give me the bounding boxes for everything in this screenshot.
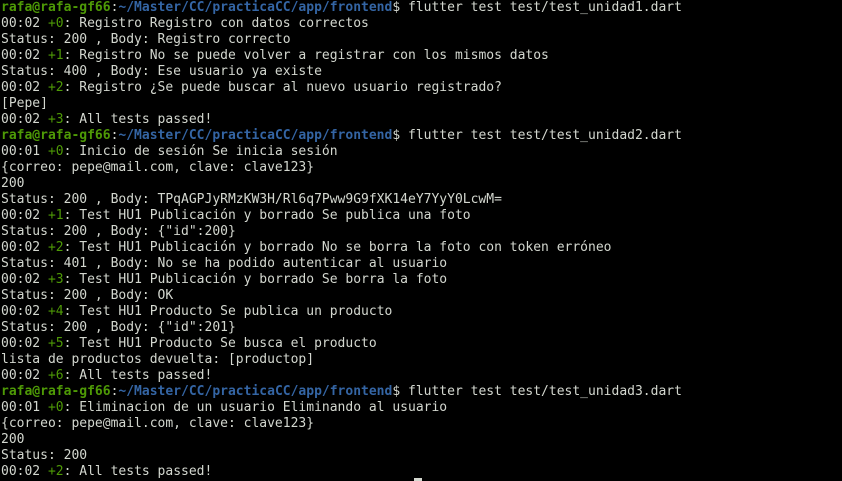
test-result-line: 00:02 +3: Test HU1 Publicación y borrado… (1, 272, 842, 288)
output-line: Status: 200 (1, 448, 842, 464)
test-result-line: 00:02 +6: All tests passed! (1, 368, 842, 384)
test-result-line: 00:02 +1: Test HU1 Publicación y borrado… (1, 208, 842, 224)
test-elapsed-time: 00:02 (1, 272, 41, 287)
output-line: {correo: pepe@mail.com, clave: clave123} (1, 416, 842, 432)
test-elapsed-time: 00:01 (1, 144, 41, 159)
test-description: : Registro ¿Se puede buscar al nuevo usu… (63, 80, 502, 95)
output-line: Status: 400 , Body: Ese usuario ya exist… (1, 64, 842, 80)
terminal-window[interactable]: rafa@rafa-gf66:~/Master/CC/practicaCC/ap… (0, 0, 842, 481)
output-text: Status: 400 , Body: Ese usuario ya exist… (1, 64, 322, 79)
shell-command: flutter test test/test_unidad1.dart (408, 0, 682, 15)
output-text: Status: 200 (1, 448, 88, 463)
output-text: Status: 401 , Body: No se ha podido aute… (1, 256, 448, 271)
output-text: Status: 200 , Body: OK (1, 288, 174, 303)
output-line: {correo: pepe@mail.com, clave: clave123} (1, 160, 842, 176)
test-elapsed-time: 00:02 (1, 112, 41, 127)
output-line: lista de productos devuelta: [productop] (1, 352, 842, 368)
test-result-line: 00:02 +3: All tests passed! (1, 112, 842, 128)
test-pass-counter: +6 (47, 368, 64, 383)
output-line: Status: 200 , Body: TPqAGPJyRMzKW3H/Rl6q… (1, 192, 842, 208)
test-description: : Registro No se puede volver a registra… (63, 48, 549, 63)
output-line: 200 (1, 432, 842, 448)
test-result-line: 00:02 +0: Registro Registro con datos co… (1, 16, 842, 32)
output-text: lista de productos devuelta: [productop] (1, 352, 315, 367)
test-pass-counter: +1 (47, 48, 64, 63)
output-line: Status: 401 , Body: No se ha podido aute… (1, 256, 842, 272)
output-line: Status: 200 , Body: OK (1, 288, 842, 304)
test-elapsed-time: 00:02 (1, 336, 41, 351)
test-pass-counter: +2 (47, 464, 64, 479)
test-elapsed-time: 00:01 (1, 400, 41, 415)
test-description: : Test HU1 Publicación y borrado Se publ… (63, 208, 471, 223)
test-result-line: 00:02 +5: Test HU1 Producto Se busca el … (1, 336, 842, 352)
test-result-line: 00:02 +1: Registro No se puede volver a … (1, 48, 842, 64)
output-text: Status: 200 , Body: {"id":201} (1, 320, 236, 335)
test-result-line: 00:02 +4: Test HU1 Producto Se publica u… (1, 304, 842, 320)
test-description: : Registro Registro con datos correctos (63, 16, 369, 31)
test-description: : Test HU1 Publicación y borrado No se b… (63, 240, 612, 255)
output-text: Status: 200 , Body: TPqAGPJyRMzKW3H/Rl6q… (1, 192, 502, 207)
prompt-user-host: rafa@rafa-gf66 (1, 0, 111, 15)
shell-prompt-line: rafa@rafa-gf66:~/Master/CC/practicaCC/ap… (1, 128, 842, 144)
output-line: Status: 200 , Body: {"id":201} (1, 320, 842, 336)
output-line: [Pepe] (1, 96, 842, 112)
test-elapsed-time: 00:02 (1, 368, 41, 383)
output-text: 200 (1, 176, 25, 191)
test-description: : All tests passed! (63, 464, 213, 479)
prompt-symbol: $ (392, 128, 408, 143)
test-description: : Inicio de sesión Se inicia sesión (63, 144, 338, 159)
shell-command: flutter test test/test_unidad3.dart (408, 384, 682, 399)
test-elapsed-time: 00:02 (1, 240, 41, 255)
shell-prompt-line: rafa@rafa-gf66:~/Master/CC/practicaCC/ap… (1, 0, 842, 16)
output-text: {correo: pepe@mail.com, clave: clave123} (1, 160, 315, 175)
output-line: Status: 200 , Body: {"id":200} (1, 224, 842, 240)
output-text: {correo: pepe@mail.com, clave: clave123} (1, 416, 315, 431)
test-description: : Eliminacion de un usuario Eliminando a… (63, 400, 448, 415)
test-result-line: 00:01 +0: Eliminacion de un usuario Elim… (1, 400, 842, 416)
test-result-line: 00:02 +2: Test HU1 Publicación y borrado… (1, 240, 842, 256)
test-pass-counter: +2 (47, 240, 64, 255)
test-description: : Test HU1 Producto Se publica un produc… (63, 304, 393, 319)
output-text: Status: 200 , Body: {"id":200} (1, 224, 236, 239)
prompt-path: ~/Master/CC/practicaCC/app/frontend (118, 384, 393, 399)
test-pass-counter: +0 (47, 144, 64, 159)
test-elapsed-time: 00:02 (1, 16, 41, 31)
output-line: 200 (1, 176, 842, 192)
test-result-line: 00:01 +0: Inicio de sesión Se inicia ses… (1, 144, 842, 160)
test-elapsed-time: 00:02 (1, 80, 41, 95)
test-pass-counter: +2 (47, 80, 64, 95)
prompt-symbol: $ (392, 0, 408, 15)
test-pass-counter: +3 (47, 112, 64, 127)
test-pass-counter: +5 (47, 336, 64, 351)
shell-command: flutter test test/test_unidad2.dart (408, 128, 682, 143)
prompt-path: ~/Master/CC/practicaCC/app/frontend (118, 0, 393, 15)
test-pass-counter: +3 (47, 272, 64, 287)
test-elapsed-time: 00:02 (1, 208, 41, 223)
test-elapsed-time: 00:02 (1, 304, 41, 319)
test-description: : All tests passed! (63, 368, 213, 383)
test-pass-counter: +0 (47, 400, 64, 415)
test-elapsed-time: 00:02 (1, 48, 41, 63)
prompt-symbol: $ (392, 384, 408, 399)
test-description: : Test HU1 Publicación y borrado Se borr… (63, 272, 448, 287)
output-text: Status: 200 , Body: Registro correcto (1, 32, 291, 47)
test-pass-counter: +0 (47, 16, 64, 31)
prompt-user-host: rafa@rafa-gf66 (1, 384, 111, 399)
output-text: [Pepe] (1, 96, 48, 111)
test-description: : All tests passed! (63, 112, 213, 127)
test-pass-counter: +4 (47, 304, 64, 319)
prompt-path: ~/Master/CC/practicaCC/app/frontend (118, 128, 393, 143)
test-result-line: 00:02 +2: Registro ¿Se puede buscar al n… (1, 80, 842, 96)
test-elapsed-time: 00:02 (1, 464, 41, 479)
test-description: : Test HU1 Producto Se busca el producto (63, 336, 377, 351)
prompt-user-host: rafa@rafa-gf66 (1, 128, 111, 143)
output-line: Status: 200 , Body: Registro correcto (1, 32, 842, 48)
output-text: 200 (1, 432, 25, 447)
shell-prompt-line: rafa@rafa-gf66:~/Master/CC/practicaCC/ap… (1, 384, 842, 400)
test-pass-counter: +1 (47, 208, 64, 223)
